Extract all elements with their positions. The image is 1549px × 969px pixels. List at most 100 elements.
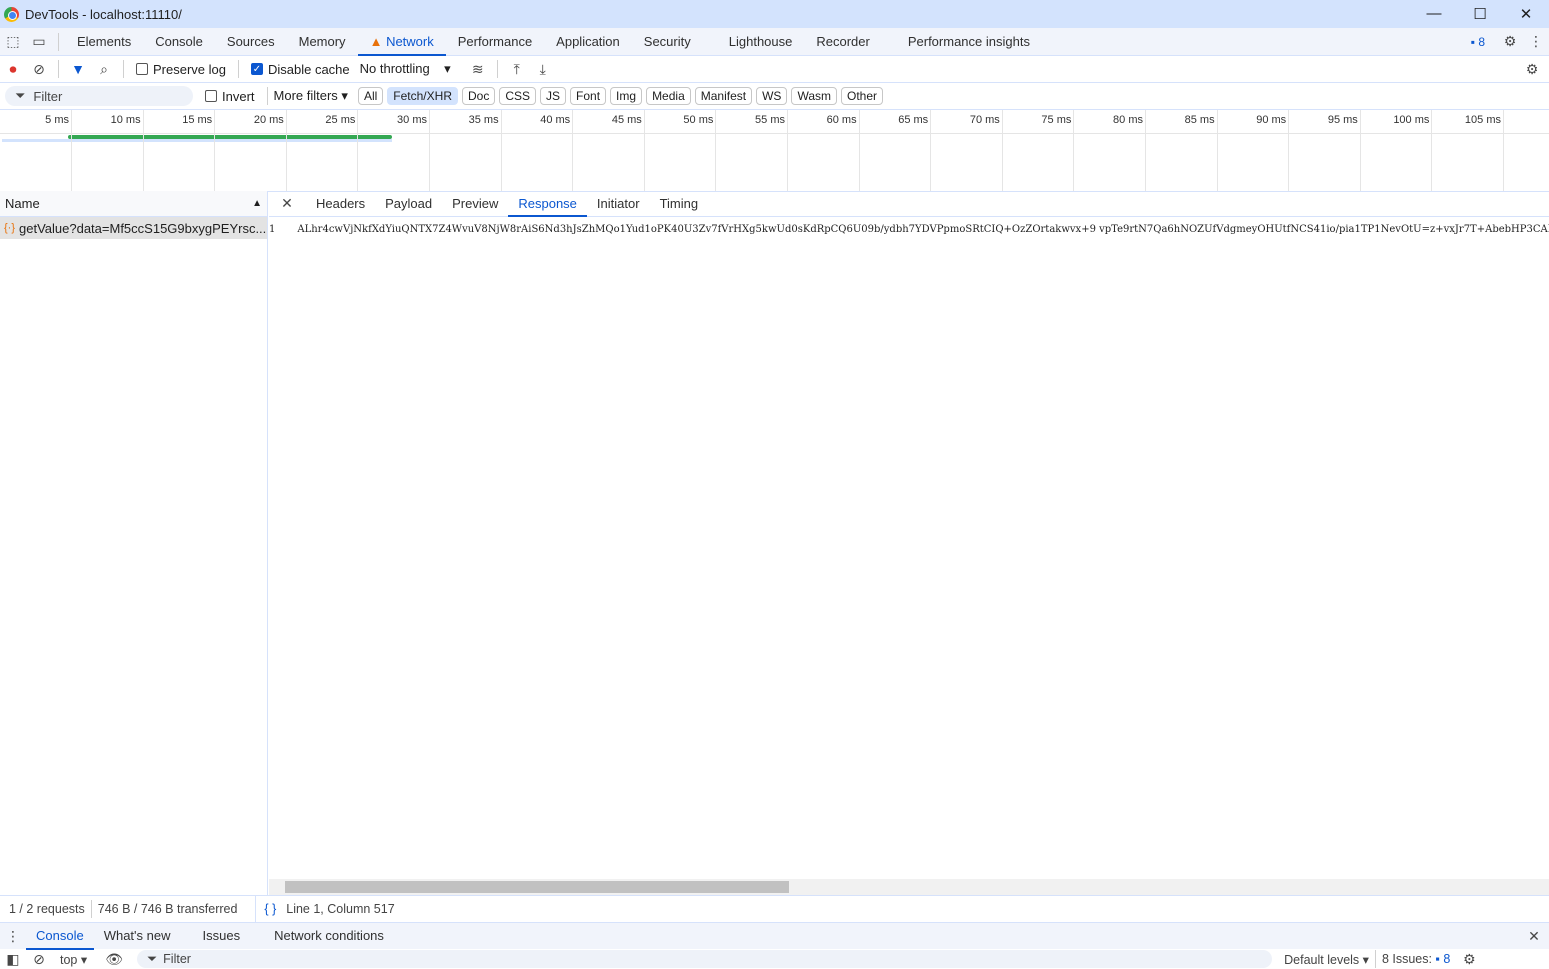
tab-application[interactable]: Application	[544, 28, 632, 56]
filter-input[interactable]: ⏷ Filter	[5, 86, 193, 106]
maximize-button[interactable]: ☐	[1457, 5, 1503, 23]
type-filter-media[interactable]: Media	[646, 87, 691, 105]
tab-initiator[interactable]: Initiator	[587, 191, 650, 217]
type-filter-manifest[interactable]: Manifest	[694, 87, 753, 105]
filter-placeholder: Filter	[33, 88, 63, 104]
export-har-icon[interactable]: ⤓	[530, 56, 556, 82]
type-filter-other[interactable]: Other	[841, 87, 884, 105]
type-filter-fetch-xhr[interactable]: Fetch/XHR	[387, 87, 458, 105]
timeline-tick-label: 90 ms	[1256, 114, 1287, 126]
tab-console[interactable]: Console	[143, 28, 215, 56]
timeline-overview[interactable]: 5 ms 10 ms 15 ms 20 ms 25 ms 30 ms 35 ms 40 ms 4…	[0, 110, 1549, 192]
sort-asc-icon: ▲	[252, 198, 262, 209]
timeline-selection-bar	[2, 139, 392, 142]
timeline-tick: 70 ms	[970, 110, 1003, 191]
pretty-print-icon[interactable]: { }	[264, 902, 276, 916]
timeline-tick: 45 ms	[612, 110, 645, 191]
timeline-tick-label: 5 ms	[45, 114, 69, 126]
response-body[interactable]: 1 ALhr4cwVjNkfXdYiuQNTX7Z4WvuV8NjW8rAiS6…	[269, 217, 1549, 235]
timeline-tick: 50 ms	[683, 110, 717, 191]
horizontal-scrollbar[interactable]	[269, 879, 1549, 895]
preserve-log-checkbox[interactable]: Preserve log	[136, 62, 226, 77]
timeline-tick: 90 ms	[1256, 110, 1290, 191]
search-icon[interactable]: ⌕	[91, 56, 117, 82]
network-settings-icon[interactable]: ⚙	[1519, 56, 1545, 82]
tab-memory[interactable]: Memory	[287, 28, 358, 56]
drawer-tab-network-conditions[interactable]: Network conditions	[262, 922, 396, 950]
minimize-button[interactable]: —	[1411, 5, 1457, 23]
type-filter-wasm[interactable]: Wasm	[791, 87, 838, 105]
timeline-tick-label: 50 ms	[683, 114, 714, 126]
type-filter-js[interactable]: JS	[540, 87, 567, 105]
drawer-tab-issues[interactable]: Issues	[181, 922, 263, 950]
record-stop-icon[interactable]: ⏺	[0, 56, 26, 82]
filter-toggle-icon[interactable]: ▼	[65, 56, 91, 82]
more-menu-icon[interactable]: ⋮	[1523, 29, 1549, 55]
timeline-tick: 5 ms	[45, 110, 72, 191]
filter-bar: ⏷ Filter Invert More filters ▾ All Fetch/…	[0, 83, 1549, 110]
throttling-select[interactable]: No throttling ▾	[360, 61, 451, 77]
type-filter-img[interactable]: Img	[610, 87, 643, 105]
invert-checkbox[interactable]: Invert	[205, 89, 255, 104]
timeline-tick-label: 70 ms	[969, 114, 1000, 126]
console-issues-button[interactable]: 8 Issues: ▪ 8	[1382, 952, 1450, 966]
tab-response[interactable]: Response	[508, 191, 587, 217]
close-window-button[interactable]: ✕	[1503, 5, 1549, 23]
disable-cache-checkbox[interactable]: ✓ Disable cache	[250, 62, 350, 77]
import-har-icon[interactable]: ⤒	[504, 56, 530, 82]
type-filter-all[interactable]: All	[357, 87, 384, 105]
tab-network[interactable]: ▲ Network	[357, 28, 446, 56]
console-filter-input[interactable]: ⏷ Filter	[137, 950, 1273, 968]
drawer-tab-console[interactable]: Console	[26, 923, 94, 950]
context-select[interactable]: top ▾	[60, 952, 87, 967]
cursor-position: Line 1, Column 517	[286, 902, 395, 916]
tab-preview[interactable]: Preview	[442, 191, 508, 217]
clear-console-icon[interactable]: ⊘	[26, 949, 52, 969]
log-levels-value: Default levels	[1284, 952, 1360, 967]
type-filter-css[interactable]: CSS	[499, 87, 537, 105]
type-filter-doc[interactable]: Doc	[461, 87, 496, 105]
tab-performance[interactable]: Performance	[446, 28, 544, 56]
more-filters-dropdown[interactable]: More filters ▾	[274, 88, 348, 104]
close-detail-icon[interactable]: ✕	[274, 191, 300, 217]
log-levels-select[interactable]: Default levels ▾	[1284, 952, 1369, 967]
tab-recorder[interactable]: Recorder	[804, 28, 881, 56]
tab-sources[interactable]: Sources	[215, 28, 287, 56]
clear-icon[interactable]: ⊘	[26, 56, 52, 82]
type-filter-ws[interactable]: WS	[756, 87, 788, 105]
tab-security[interactable]: Security	[632, 28, 703, 56]
live-expression-eye-icon[interactable]: 👁	[101, 949, 127, 969]
timeline-tick-label: 30 ms	[397, 114, 427, 126]
tab-headers[interactable]: Headers	[306, 191, 375, 217]
timeline-tick: 40 ms	[540, 110, 574, 191]
inspect-element-icon[interactable]: ⬚	[0, 29, 26, 55]
sidebar-toggle-icon[interactable]: ◧	[0, 949, 26, 969]
request-row[interactable]: {·} getValue?data=Mf5ccS15G9bxygPEYrsc...	[0, 217, 267, 239]
name-column-header[interactable]: Name ▲	[0, 191, 267, 217]
timeline-tick: 75 ms	[1041, 110, 1075, 191]
tab-elements[interactable]: Elements	[65, 28, 143, 56]
device-toolbar-icon[interactable]: ▭	[26, 29, 52, 55]
issues-badge[interactable]: ▪ 8	[1471, 35, 1485, 49]
console-issues-count: 8	[1443, 952, 1451, 966]
tab-lighthouse[interactable]: Lighthouse	[717, 28, 805, 56]
timeline-tick-label: 10 ms	[110, 114, 141, 126]
timeline-tick-label: 60 ms	[826, 114, 857, 126]
timeline-tick: 65 ms	[898, 110, 932, 191]
request-name: getValue?data=Mf5ccS15G9bxygPEYrsc...	[19, 220, 267, 236]
scrollbar-thumb[interactable]	[285, 881, 789, 893]
drawer-menu-icon[interactable]: ⋮	[0, 923, 26, 949]
issues-count: 8	[1478, 34, 1485, 49]
type-filter-font[interactable]: Font	[570, 87, 607, 105]
tab-payload[interactable]: Payload	[375, 191, 442, 217]
network-conditions-icon[interactable]: ≋	[465, 56, 491, 82]
close-drawer-icon[interactable]: ✕	[1521, 923, 1547, 949]
tab-timing[interactable]: Timing	[650, 191, 709, 217]
timeline-tick: 25 ms	[325, 110, 359, 191]
console-settings-icon[interactable]: ⚙	[1456, 949, 1482, 969]
settings-icon[interactable]: ⚙	[1497, 29, 1523, 55]
request-list: Name ▲ {·} getValue?data=Mf5ccS15G9bxygPEY…	[0, 191, 268, 895]
drawer-tab-whats-new[interactable]: What's new	[94, 922, 181, 950]
tab-performance-insights[interactable]: Performance insights	[896, 28, 1042, 56]
title-bar: DevTools - localhost:11110/ — ☐ ✕	[0, 0, 1549, 28]
